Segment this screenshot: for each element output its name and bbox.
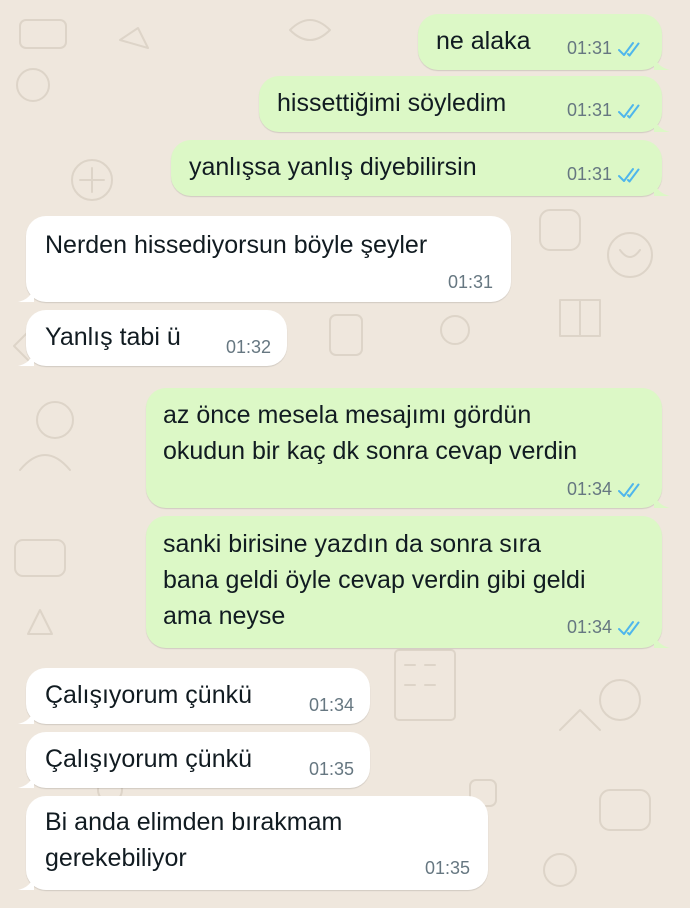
message-text: sanki birisine yazdın da sonra sıra bana… <box>163 530 586 630</box>
double-check-icon <box>618 620 640 635</box>
message-time: 01:31 <box>447 272 493 292</box>
message-text: Çalışıyorum çünkü <box>45 745 253 773</box>
double-check-icon <box>618 41 640 56</box>
message-text: hissettiğimi söyledim <box>277 89 507 117</box>
message-meta: 01:34 <box>309 695 354 716</box>
outgoing-message-bubble[interactable]: hissettiğimi söyledim 01:31 <box>259 76 670 132</box>
message-meta: 01:31 <box>567 164 644 185</box>
message-time: 01:31 <box>566 164 612 184</box>
double-check-icon <box>618 167 640 182</box>
message-text: Bi anda elimden bırakmam gerekebiliyor <box>45 808 343 872</box>
message-text: ne alaka <box>436 27 531 55</box>
double-check-icon <box>618 103 640 118</box>
bubble-tail-icon <box>654 180 670 196</box>
message-time: 01:34 <box>566 479 612 499</box>
message-time: 01:35 <box>308 759 354 779</box>
message-time: 01:31 <box>566 38 612 58</box>
message-text: yanlışsa yanlış diyebilirsin <box>189 153 477 181</box>
message-time: 01:31 <box>566 100 612 120</box>
message-meta: 01:34 <box>567 617 644 638</box>
message-text: az önce mesela mesajımı gördün okudun bi… <box>163 401 578 465</box>
message-text: Çalışıyorum çünkü <box>45 681 253 709</box>
outgoing-message-bubble[interactable]: yanlışsa yanlış diyebilirsin 01:31 <box>171 140 670 196</box>
message-meta: 01:31 <box>567 38 644 59</box>
incoming-message-bubble[interactable]: Yanlış tabi ü 01:32 <box>18 310 287 366</box>
chat-area[interactable]: ne alaka 01:31 hissettiğimi söyledim 01:… <box>0 0 690 908</box>
bubble-tail-icon <box>18 286 34 302</box>
message-meta: 01:34 <box>567 479 644 500</box>
incoming-message-bubble[interactable]: Bi anda elimden bırakmam gerekebiliyor 0… <box>18 796 488 890</box>
double-check-icon <box>618 482 640 497</box>
bubble-tail-icon <box>18 350 34 366</box>
message-text: Yanlış tabi ü <box>45 323 181 351</box>
bubble-tail-icon <box>18 874 34 890</box>
message-meta: 01:35 <box>425 858 470 879</box>
incoming-message-bubble[interactable]: Çalışıyorum çünkü 01:34 <box>18 668 370 724</box>
bubble-tail-icon <box>654 54 670 70</box>
incoming-message-bubble[interactable]: Çalışıyorum çünkü 01:35 <box>18 732 370 788</box>
outgoing-message-bubble[interactable]: ne alaka 01:31 <box>418 14 670 70</box>
outgoing-message-bubble[interactable]: sanki birisine yazdın da sonra sıra bana… <box>146 516 670 648</box>
bubble-tail-icon <box>654 632 670 648</box>
message-time: 01:35 <box>424 858 470 878</box>
bubble-tail-icon <box>18 772 34 788</box>
message-meta: 01:35 <box>309 759 354 780</box>
bubble-tail-icon <box>654 492 670 508</box>
message-time: 01:34 <box>566 617 612 637</box>
incoming-message-bubble[interactable]: Nerden hissediyorsun böyle şeyler 01:31 <box>18 216 511 302</box>
message-time: 01:34 <box>308 695 354 715</box>
message-meta: 01:31 <box>448 272 493 293</box>
message-meta: 01:32 <box>226 337 271 358</box>
message-text: Nerden hissediyorsun böyle şeyler <box>45 231 428 259</box>
message-time: 01:32 <box>225 337 271 357</box>
outgoing-message-bubble[interactable]: az önce mesela mesajımı gördün okudun bi… <box>146 388 670 508</box>
bubble-tail-icon <box>18 708 34 724</box>
bubble-tail-icon <box>654 116 670 132</box>
message-meta: 01:31 <box>567 100 644 121</box>
